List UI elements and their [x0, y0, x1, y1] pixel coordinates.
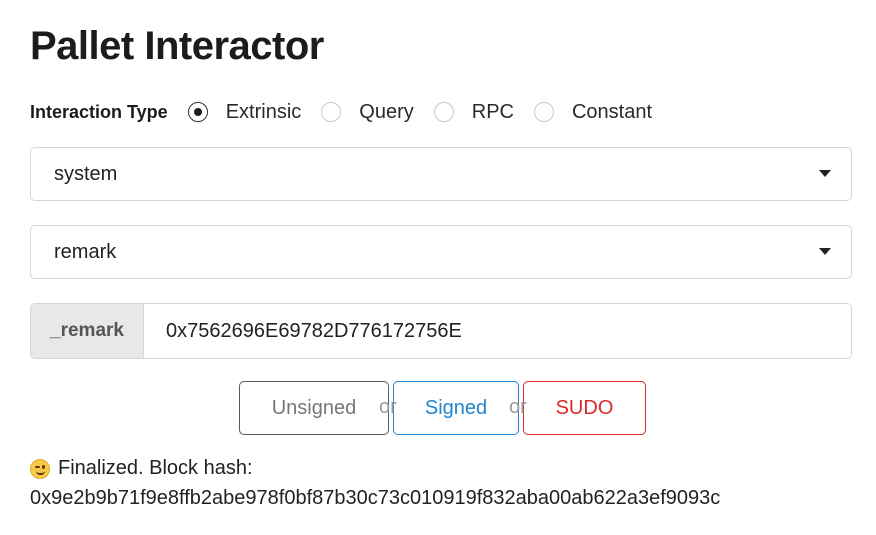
remark-input[interactable]: [144, 304, 851, 358]
remark-param-label: _remark: [31, 304, 144, 358]
radio-button-icon[interactable]: [533, 102, 554, 122]
radio-label-rpc: RPC: [471, 100, 514, 123]
pallet-dropdown-value: system: [54, 162, 118, 185]
wink-emoji-icon: [30, 458, 50, 479]
remark-param-group: _remark: [30, 303, 852, 359]
submit-button-group: Unsigned or Signed or SUDO: [239, 381, 646, 435]
radio-label-constant: Constant: [571, 100, 653, 123]
status-message: Finalized. Block hash:: [30, 457, 253, 480]
interaction-type-label: Interaction Type: [30, 101, 168, 122]
radio-label-query: Query: [359, 100, 414, 123]
interaction-type-group: Interaction Type Extrinsic Query RPC Con…: [30, 97, 672, 127]
radio-query[interactable]: Query: [321, 100, 414, 124]
chevron-down-icon: [819, 248, 831, 255]
page-title: Pallet Interactor: [30, 24, 324, 68]
radio-rpc[interactable]: RPC: [433, 100, 514, 124]
radio-button-icon[interactable]: [433, 102, 454, 122]
sudo-button[interactable]: SUDO: [523, 381, 646, 435]
radio-button-icon[interactable]: [321, 102, 342, 122]
call-dropdown[interactable]: remark: [30, 225, 852, 279]
radio-button-icon[interactable]: [187, 102, 208, 122]
unsigned-button[interactable]: Unsigned: [239, 381, 389, 435]
or-text: or: [379, 396, 397, 418]
radio-constant[interactable]: Constant: [533, 100, 653, 124]
chevron-down-icon: [819, 170, 831, 177]
status-text: Finalized. Block hash:: [58, 457, 253, 479]
block-hash: 0x9e2b9b71f9e8ffb2abe978f0bf87b30c73c010…: [30, 487, 721, 509]
radio-label-extrinsic: Extrinsic: [225, 100, 302, 123]
pallet-dropdown[interactable]: system: [30, 147, 852, 201]
call-dropdown-value: remark: [54, 240, 117, 263]
signed-button[interactable]: Signed: [393, 381, 519, 435]
radio-extrinsic[interactable]: Extrinsic: [187, 100, 302, 124]
or-text: or: [509, 396, 527, 418]
